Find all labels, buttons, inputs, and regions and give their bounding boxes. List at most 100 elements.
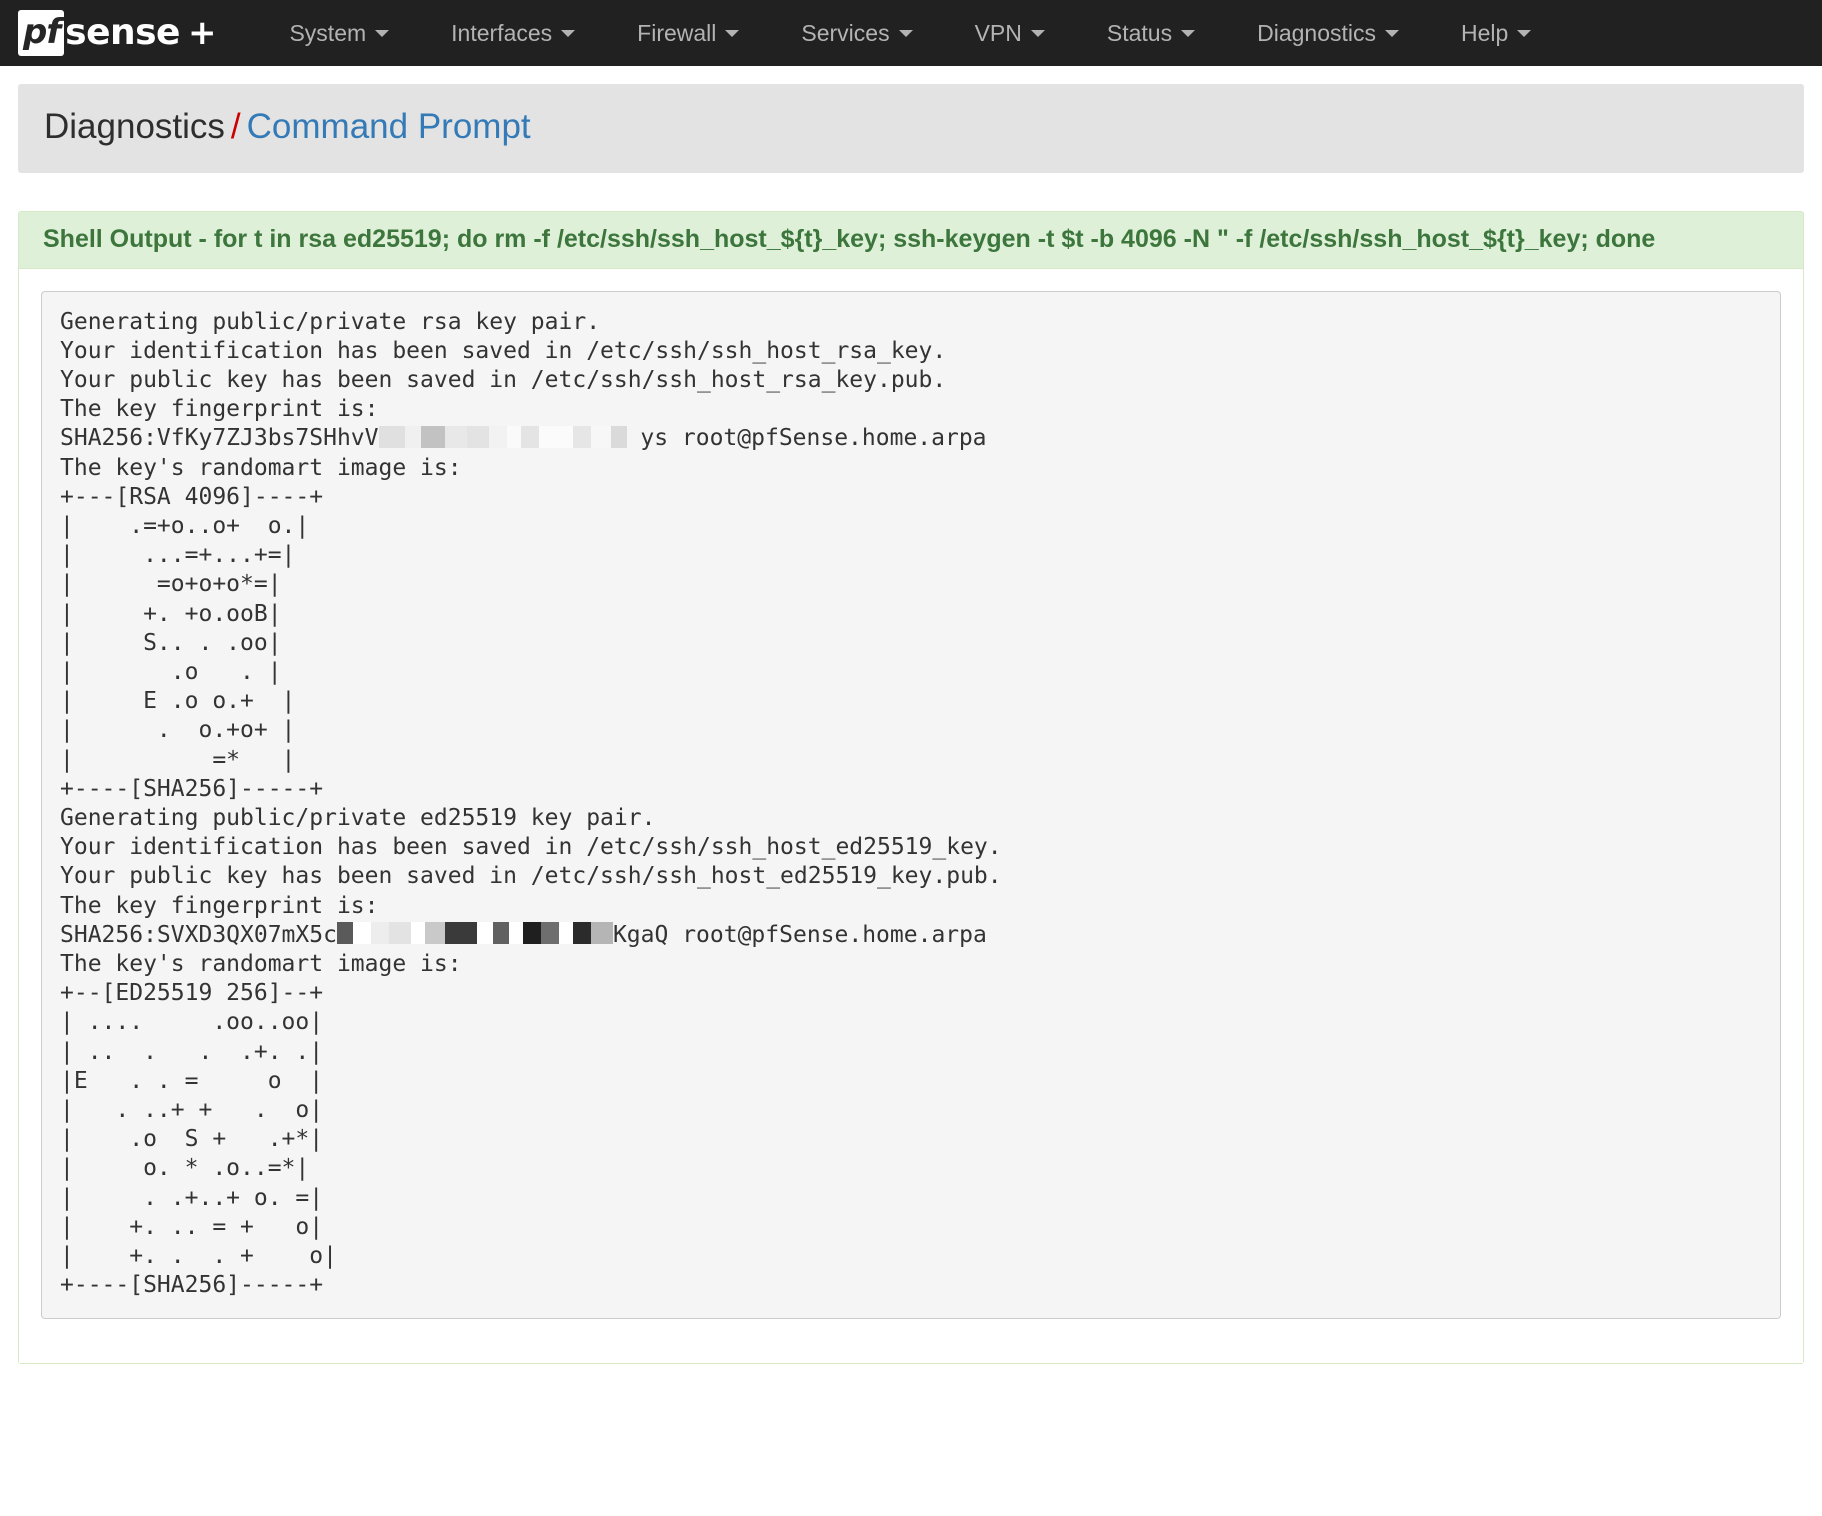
shell-output-line: | =o+o+o*=| [60, 571, 282, 598]
redaction-block [610, 425, 627, 448]
nav-item-label: Interfaces [451, 20, 553, 46]
shell-output-line: +---[RSA 4096]----+ [60, 483, 324, 510]
nav-item-interfaces[interactable]: Interfaces [420, 0, 606, 66]
chevron-down-icon [375, 29, 390, 37]
fingerprint-suffix: KgaQ root@pfSense.home.arpa [612, 921, 987, 948]
nav-item-vpn[interactable]: VPN [944, 0, 1076, 66]
shell-output-line: | .o S + .+*| [60, 1126, 324, 1153]
redaction-block [590, 922, 613, 945]
pfsense-logo-word: sense [65, 12, 180, 53]
nav-item-services[interactable]: Services [770, 0, 943, 66]
shell-output-line: The key fingerprint is: [60, 396, 379, 423]
redaction-block [590, 425, 611, 448]
shell-output-line: | o. * .o..=*| [60, 1155, 310, 1182]
redaction-block [488, 425, 507, 448]
nav-item-label: Status [1106, 20, 1173, 46]
breadcrumb-separator: / [230, 107, 241, 146]
shell-output-line: SHA256:SVXD3QX07mX5c KgaQ root@pfSense.ho… [60, 921, 1762, 950]
shell-output-line: | +. +o.ooB| [60, 600, 282, 627]
shell-output-panel-body: Generating public/private rsa key pair. Y… [19, 268, 1803, 1364]
top-navbar: pf sense + System Interfaces Firewall Se… [0, 0, 1822, 66]
nav-item-label: Help [1461, 20, 1509, 46]
shell-output-line: SHA256:VfKy7ZJ3bs7SHhvV ys root@pfSense.… [60, 424, 1762, 453]
fingerprint-suffix: ys root@pfSense.home.arpa [626, 425, 987, 452]
nav-item-system[interactable]: System [258, 0, 420, 66]
shell-output-line: | .... .oo..oo| [60, 1009, 324, 1036]
redaction-block [444, 425, 467, 448]
pfsense-logo[interactable]: pf sense + [18, 0, 216, 66]
shell-output-line: | E .o o.+ | [60, 688, 296, 715]
shell-output-line: | =* | [60, 746, 296, 773]
chevron-down-icon [1181, 29, 1196, 37]
shell-output-line: The key fingerprint is: [60, 892, 379, 919]
shell-output-line: | ...=+...+=| [60, 542, 296, 569]
breadcrumb-current[interactable]: Command Prompt [247, 107, 531, 146]
redaction-block [476, 922, 493, 945]
pfsense-logo-mark: pf [18, 10, 65, 56]
redaction-block [370, 922, 389, 945]
shell-output-line: Your public key has been saved in /etc/s… [60, 863, 1002, 890]
shell-output-line: | S.. . .oo| [60, 629, 282, 656]
redaction-block [538, 425, 573, 448]
redaction-block [540, 922, 559, 945]
chevron-down-icon [1517, 29, 1532, 37]
redaction-block [558, 922, 573, 945]
fingerprint-prefix: SHA256:SVXD3QX07mX5c [60, 921, 337, 948]
redaction-block [520, 425, 539, 448]
shell-output-line: Your public key has been saved in /etc/s… [60, 366, 947, 393]
shell-output-panel-heading: Shell Output - for t in rsa ed25519; do … [19, 211, 1803, 269]
chevron-down-icon [561, 29, 576, 37]
redaction-block [336, 922, 353, 945]
shell-output-line: +--[ED25519 256]--+ [60, 980, 324, 1007]
breadcrumb-bar: Diagnostics / Command Prompt [18, 84, 1804, 173]
redaction-block [572, 425, 591, 448]
redaction-block [378, 425, 405, 448]
chevron-down-icon [898, 29, 913, 37]
shell-output-line: Generating public/private rsa key pair. [60, 308, 601, 335]
shell-output-line: Your identification has been saved in /e… [60, 834, 1002, 861]
shell-output-line: +----[SHA256]-----+ [60, 775, 324, 802]
redaction-block [404, 425, 421, 448]
redaction-block [410, 922, 425, 945]
breadcrumb: Diagnostics / Command Prompt [44, 107, 1778, 147]
shell-output-line: | . ..+ + . o| [60, 1096, 324, 1123]
nav-item-diagnostics[interactable]: Diagnostics [1226, 0, 1430, 66]
nav-item-label: Diagnostics [1257, 20, 1376, 46]
redaction-block [424, 922, 445, 945]
shell-output-line: | . .+..+ o. =| [60, 1184, 324, 1211]
chevron-down-icon [725, 29, 740, 37]
shell-output-line: The key's randomart image is: [60, 454, 462, 481]
redaction-block [508, 922, 523, 945]
redaction-block [522, 922, 541, 945]
nav-item-status[interactable]: Status [1076, 0, 1226, 66]
redaction-block [388, 922, 411, 945]
chevron-down-icon [1030, 29, 1045, 37]
redaction-block [572, 922, 591, 945]
nav-menu: System Interfaces Firewall Services VPN … [258, 0, 1562, 66]
shell-output-line: | .o . | [60, 658, 282, 685]
shell-output-line: +----[SHA256]-----+ [60, 1272, 324, 1299]
shell-output-line: The key's randomart image is: [60, 950, 462, 977]
shell-output-line: | .=+o..o+ o.| [60, 512, 310, 539]
nav-item-label: Services [801, 20, 890, 46]
pfsense-plus-icon: + [187, 13, 217, 53]
shell-output-line: | +. . . + o| [60, 1243, 337, 1269]
page-content: Diagnostics / Command Prompt Shell Output … [0, 84, 1822, 1365]
shell-output-text[interactable]: Generating public/private rsa key pair. Y… [41, 290, 1781, 1320]
redaction-block [466, 425, 489, 448]
shell-output-line: | . o.+o+ | [60, 717, 296, 744]
chevron-down-icon [1385, 29, 1399, 37]
shell-output-line: | +. .. = + o| [60, 1213, 324, 1240]
redaction-block [492, 922, 509, 945]
fingerprint-prefix: SHA256:VfKy7ZJ3bs7SHhvV [60, 425, 379, 452]
redaction-block [352, 922, 371, 945]
nav-item-firewall[interactable]: Firewall [606, 0, 770, 66]
nav-item-help[interactable]: Help [1430, 0, 1562, 66]
shell-output-line: |E . . = o | [60, 1067, 324, 1094]
shell-output-line: | .. . . .+. .| [60, 1038, 324, 1065]
shell-output-line: Your identification has been saved in /e… [60, 337, 947, 364]
nav-item-label: Firewall [637, 20, 717, 46]
breadcrumb-parent: Diagnostics [44, 107, 225, 146]
nav-item-label: VPN [974, 20, 1022, 46]
redaction-block [444, 922, 477, 945]
